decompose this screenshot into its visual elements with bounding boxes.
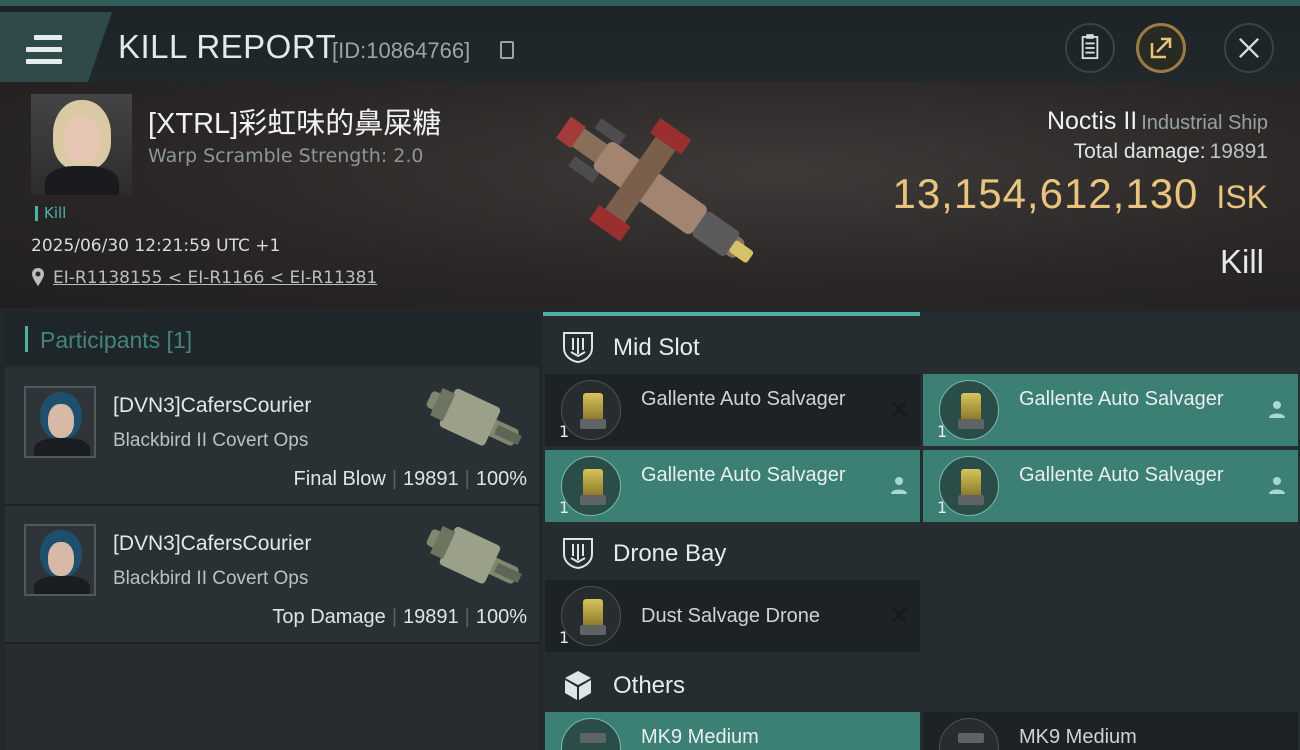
page-title: KILL REPORT — [118, 28, 337, 65]
mid-slot-icon — [563, 332, 593, 364]
item-name: Gallente Auto Salvager — [1019, 388, 1224, 410]
destroyed-x-icon — [891, 607, 907, 623]
participant-row[interactable]: [DVN3]CafersCourier Blackbird II Covert … — [5, 506, 539, 644]
auto-salvager-icon — [939, 380, 999, 440]
item-name: Gallente Auto Salvager — [641, 388, 846, 410]
victim-ship-image[interactable] — [530, 92, 780, 288]
item-icon — [561, 718, 621, 750]
participant-ship-image — [426, 525, 522, 584]
participant-portrait — [24, 524, 96, 596]
participant-row[interactable]: [DVN3]CafersCourier Blackbird II Covert … — [5, 368, 539, 506]
participant-ship-image — [426, 387, 522, 446]
close-icon — [1238, 37, 1260, 59]
close-button[interactable] — [1224, 23, 1274, 73]
participant-role: Top Damage — [272, 606, 386, 628]
item-name: Dust Salvage Drone — [641, 605, 820, 627]
item-quantity: 1 — [937, 422, 948, 441]
participant-ship: Blackbird II Covert Ops — [113, 568, 309, 589]
dropped-person-icon — [891, 477, 907, 494]
participant-percent: 100% — [475, 468, 527, 490]
participant-stats: Final Blow | 19891 | 100% — [293, 468, 527, 490]
mid-slot-label: Mid Slot — [613, 334, 700, 361]
drone-bay-item[interactable]: 1 Dust Salvage Drone — [545, 580, 920, 652]
report-id: [ID:10864766] — [332, 38, 471, 63]
victim-ship-name[interactable]: Noctis II Industrial Ship — [1047, 107, 1268, 136]
clipboard-button[interactable] — [1065, 23, 1115, 73]
victim-ship-class: Industrial Ship — [1141, 112, 1268, 134]
participants-panel: Participants [1] [DVN3]CafersCourier Bla… — [5, 312, 539, 750]
participant-damage: 19891 — [403, 468, 459, 490]
item-name: Gallente Auto Salvager — [641, 464, 846, 486]
victim-name[interactable]: [XTRL]彩虹味的鼻屎糖 — [148, 100, 441, 142]
isk-value: 13,154,612,130 ISK — [892, 170, 1268, 217]
header-bar: KILL REPORT [ID:10864766] — [0, 0, 1300, 84]
kill-tag: Kill — [35, 206, 66, 221]
section-mid-slot: Mid Slot — [543, 316, 1300, 378]
others-item[interactable]: MK9 Medium — [923, 712, 1298, 750]
clipboard-icon — [1081, 34, 1099, 60]
dropped-person-icon — [1269, 477, 1285, 494]
salvage-drone-icon — [561, 586, 621, 646]
location-pin-icon — [32, 268, 44, 286]
mid-slot-item[interactable]: 1 Gallente Auto Salvager — [923, 450, 1298, 522]
item-quantity: 1 — [559, 498, 570, 517]
mid-slot-item[interactable]: 1 Gallente Auto Salvager — [923, 374, 1298, 446]
fitting-panel: Mid Slot 1 Gallente Auto Salvager 1 Gall… — [543, 312, 1300, 750]
destroyed-x-icon — [891, 401, 907, 417]
share-icon — [1150, 37, 1172, 59]
participant-portrait — [24, 386, 96, 458]
participant-name: [DVN3]CafersCourier — [113, 532, 312, 555]
drone-bay-label: Drone Bay — [613, 540, 727, 567]
total-damage: Total damage: 19891 — [1073, 140, 1268, 163]
drone-bay-icon — [563, 538, 593, 570]
auto-salvager-icon — [561, 456, 621, 516]
mid-slot-item[interactable]: 1 Gallente Auto Salvager — [545, 374, 920, 446]
others-label: Others — [613, 672, 686, 699]
item-icon — [939, 718, 999, 750]
item-name: MK9 Medium — [641, 726, 759, 748]
kill-datetime: 2025/06/30 12:21:59 UTC +1 — [31, 236, 281, 256]
cube-icon — [565, 671, 591, 700]
participant-percent: 100% — [475, 606, 527, 628]
warp-scramble-strength: Warp Scramble Strength: 2.0 — [148, 145, 424, 167]
menu-button[interactable] — [0, 12, 112, 84]
item-quantity: 1 — [559, 628, 570, 647]
participant-ship: Blackbird II Covert Ops — [113, 430, 309, 451]
item-quantity: 1 — [937, 498, 948, 517]
hamburger-menu-icon — [26, 35, 62, 65]
others-item[interactable]: MK9 Medium — [545, 712, 920, 750]
participant-damage: 19891 — [403, 606, 459, 628]
participants-title: Participants [1] — [40, 327, 193, 353]
mid-slot-item[interactable]: 1 Gallente Auto Salvager — [545, 450, 920, 522]
dropped-person-icon — [1269, 401, 1285, 418]
location-link[interactable]: EI-R1138155 < EI-R1166 < EI-R11381 — [53, 268, 377, 288]
copy-icon[interactable] — [500, 41, 514, 59]
share-button[interactable] — [1136, 23, 1186, 73]
participants-header[interactable]: Participants [1] — [5, 312, 539, 366]
participant-stats: Top Damage | 19891 | 100% — [272, 606, 527, 628]
auto-salvager-icon — [939, 456, 999, 516]
section-others: Others — [543, 654, 1300, 716]
victim-portrait[interactable] — [31, 94, 132, 195]
item-name: Gallente Auto Salvager — [1019, 464, 1224, 486]
auto-salvager-icon — [561, 380, 621, 440]
item-quantity: 1 — [559, 422, 570, 441]
kill-result-label: Kill — [1219, 243, 1264, 280]
participant-role: Final Blow — [293, 468, 386, 490]
item-name: MK9 Medium — [1019, 726, 1137, 748]
participant-name: [DVN3]CafersCourier — [113, 394, 312, 417]
section-drone-bay: Drone Bay — [543, 522, 1300, 584]
